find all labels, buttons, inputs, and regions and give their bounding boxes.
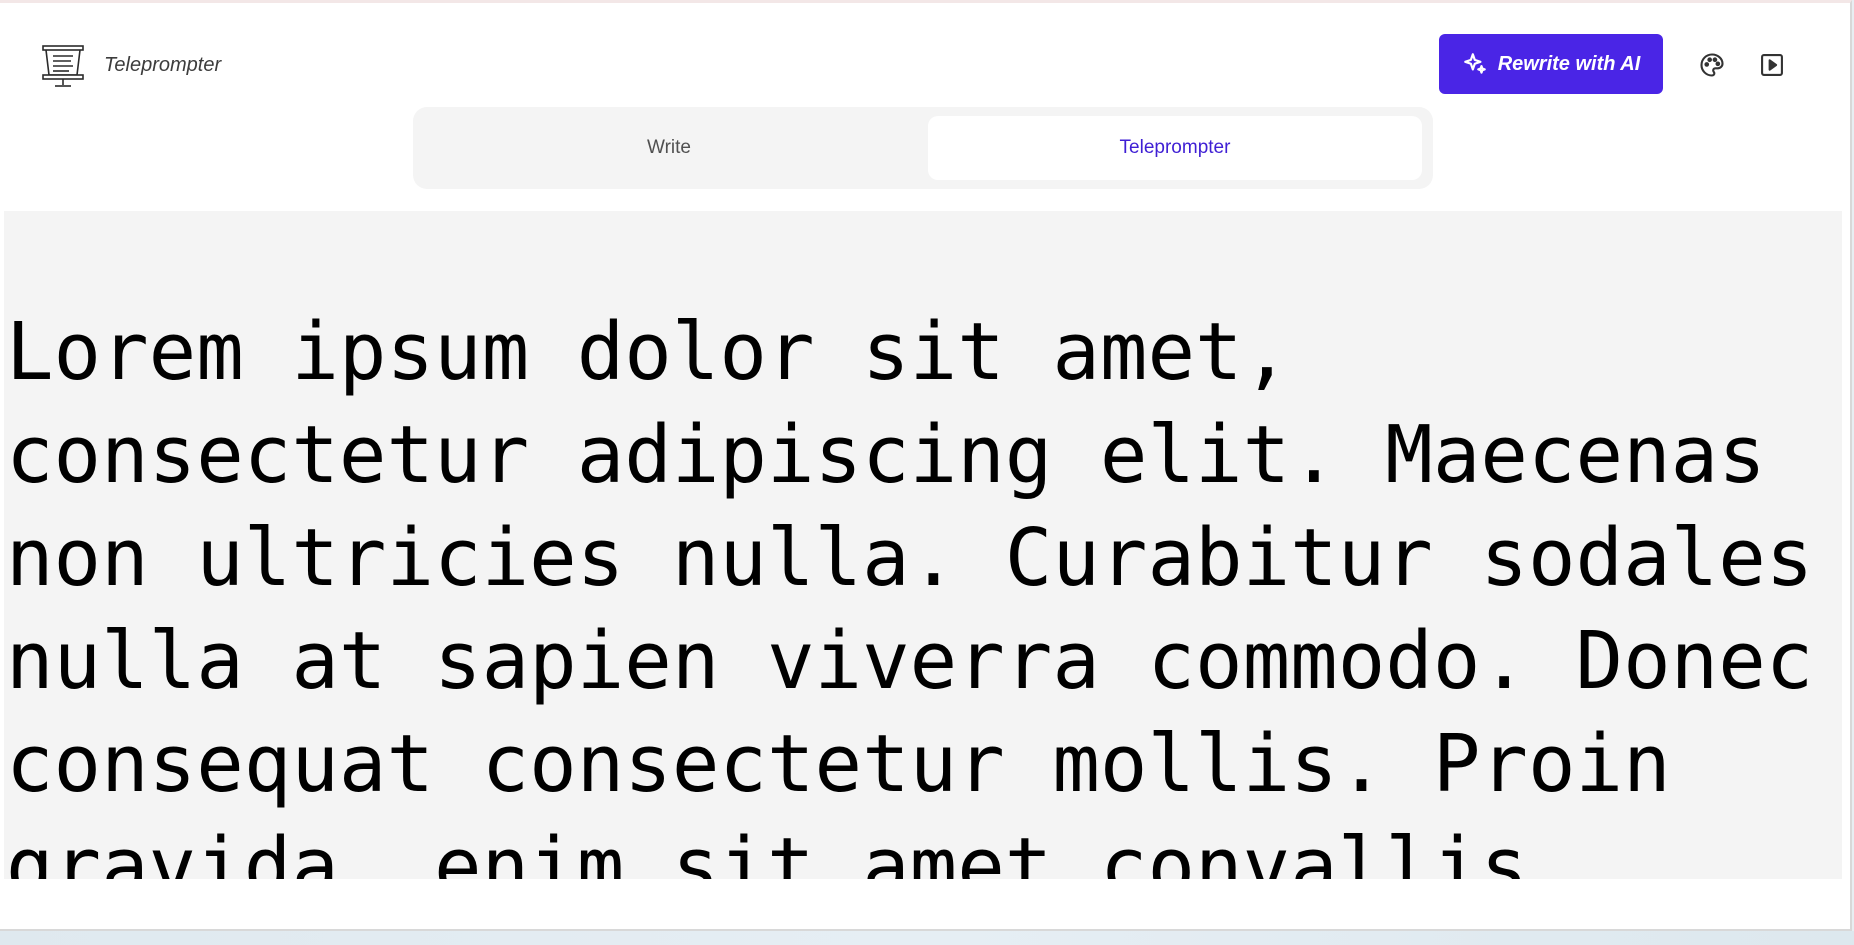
tab-write[interactable]: Write <box>422 116 916 180</box>
teleprompter-icon <box>40 43 86 89</box>
app-window: Teleprompter Rewrite with AI Write Telep… <box>0 0 1852 931</box>
teleprompter-display[interactable]: Lorem ipsum dolor sit amet, consectetur … <box>4 211 1842 879</box>
rewrite-button-label: Rewrite with AI <box>1497 52 1641 75</box>
sparkles-icon <box>1462 51 1488 77</box>
app-header: Teleprompter Rewrite with AI <box>0 3 1850 113</box>
play-icon[interactable] <box>1757 50 1787 80</box>
app-title: Teleprompter <box>104 54 222 76</box>
rewrite-with-ai-button[interactable]: Rewrite with AI <box>1439 34 1663 94</box>
palette-icon[interactable] <box>1697 50 1727 80</box>
teleprompter-text: Lorem ipsum dolor sit amet, consectetur … <box>6 306 1814 879</box>
view-tabs: Write Teleprompter <box>413 107 1433 189</box>
tab-teleprompter[interactable]: Teleprompter <box>928 116 1422 180</box>
desktop-background <box>0 931 1854 945</box>
